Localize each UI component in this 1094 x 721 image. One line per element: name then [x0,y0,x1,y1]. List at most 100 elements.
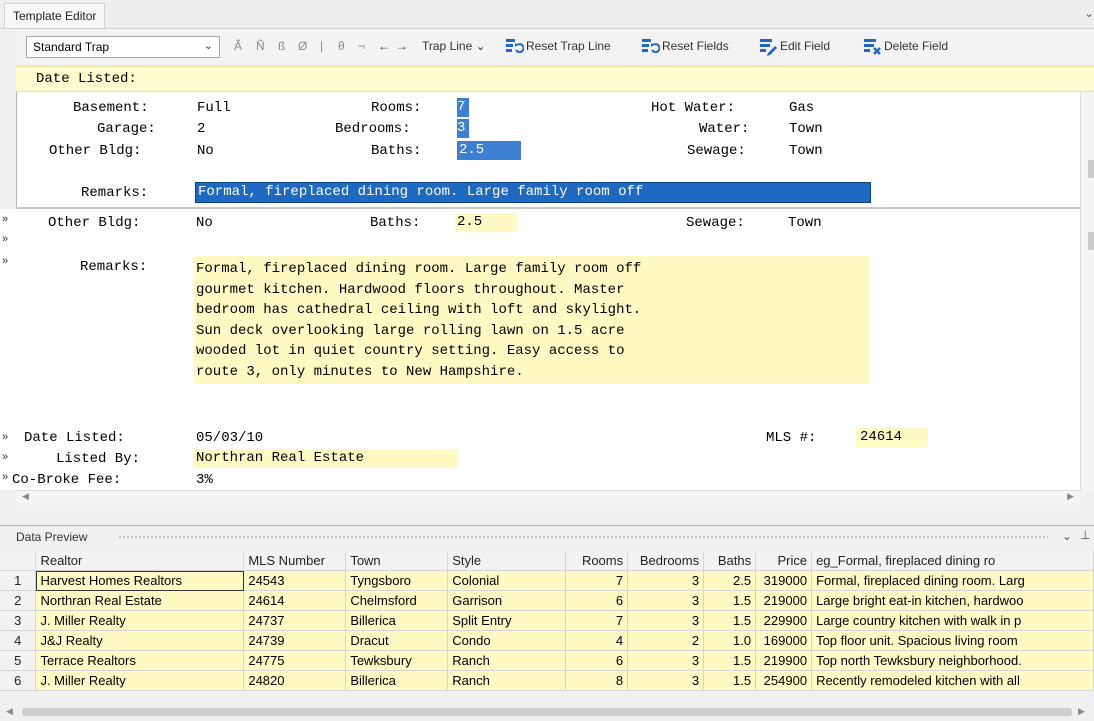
scroll-thumb[interactable] [1088,160,1094,178]
cell-realtor[interactable]: J. Miller Realty [35,670,245,691]
column-header[interactable]: Price [755,551,813,571]
cell-remarks[interactable]: Top floor unit. Spacious living room [811,630,1094,651]
cell-remarks[interactable]: Large country kitchen with walk in p [811,610,1094,631]
glyph-n-tilde-button[interactable]: Ñ [256,39,265,53]
cell-town[interactable]: Billerica [345,610,449,631]
cell-rooms[interactable]: 7 [565,570,629,591]
cell-realtor[interactable]: Harvest Homes Realtors [35,570,245,591]
glyph-not-button[interactable]: ¬ [358,39,365,53]
cell-style[interactable]: Condo [447,630,567,651]
tab-template-editor[interactable]: Template Editor [4,3,106,28]
glyph-theta-button[interactable]: θ [338,39,345,53]
cell-style[interactable]: Colonial [447,570,567,591]
cell-rooms[interactable]: 8 [565,670,629,691]
cell-town[interactable]: Billerica [345,670,449,691]
scroll-right-icon[interactable]: ▶ [1067,491,1074,502]
glyph-a-tilde-button[interactable]: Ã [234,39,242,53]
cell-baths[interactable]: 1.0 [703,630,757,651]
rooms-field[interactable]: 7 [457,98,469,117]
cell-town[interactable]: Tewksbury [345,650,449,671]
column-header[interactable]: MLS Number [243,551,347,571]
cell-bedrooms[interactable]: 3 [627,670,705,691]
column-header[interactable]: Town [345,551,449,571]
cell-rooms[interactable]: 6 [565,650,629,671]
cell-town[interactable]: Tyngsboro [345,570,449,591]
cell-style[interactable]: Garrison [447,590,567,611]
cell-rooms[interactable]: 4 [565,630,629,651]
cell-bedrooms[interactable]: 2 [627,630,705,651]
cell-mls[interactable]: 24614 [243,590,347,611]
tab-menu-chevron-icon[interactable]: ⌄ [1084,6,1094,20]
panel-menu-chevron-icon[interactable]: ⌄ [1062,529,1072,543]
cell-style[interactable]: Split Entry [447,610,567,631]
scroll-left-icon[interactable]: ◀ [6,706,13,717]
cell-rooms[interactable]: 7 [565,610,629,631]
arrow-right-icon[interactable]: → [396,39,408,53]
cell-price[interactable]: 169000 [755,630,813,651]
bedrooms-field[interactable]: 3 [457,119,469,138]
editor-horizontal-scrollbar[interactable]: ◀ ▶ [16,490,1080,505]
reset-fields-button[interactable]: Reset Fields [662,39,729,53]
glyph-o-slash-button[interactable]: Ø [298,39,307,53]
scroll-left-icon[interactable]: ◀ [22,491,29,502]
cell-remarks[interactable]: Formal, fireplaced dining room. Larg [811,570,1094,591]
data-preview-grid[interactable]: Realtor MLS Number Town Style Rooms Bedr… [0,551,1094,691]
cell-price[interactable]: 219000 [755,590,813,611]
edit-field-icon[interactable] [758,36,778,56]
cell-mls[interactable]: 24775 [243,650,347,671]
reset-trap-line-icon[interactable] [504,36,524,56]
cell-price[interactable]: 229900 [755,610,813,631]
cell-style[interactable]: Ranch [447,650,567,671]
trap-line-menu[interactable]: Trap Line ⌄ [422,39,486,53]
arrow-left-icon[interactable]: ← [378,39,390,53]
column-header[interactable]: Bedrooms [627,551,705,571]
remarks-field[interactable]: Formal, fireplaced dining room. Large fa… [194,256,870,384]
delete-field-button[interactable]: Delete Field [884,39,948,53]
cell-remarks[interactable]: Top north Tewksbury neighborhood. [811,650,1094,671]
column-header[interactable]: Style [447,551,567,571]
reset-trap-line-button[interactable]: Reset Trap Line [526,39,611,53]
table-row[interactable]: 6 J. Miller Realty 24820 Billerica Ranch… [0,670,1094,691]
cell-realtor[interactable]: J. Miller Realty [35,610,245,631]
cell-remarks[interactable]: Recently remodeled kitchen with all [811,670,1094,691]
cell-mls[interactable]: 24739 [243,630,347,651]
cell-baths[interactable]: 1.5 [703,610,757,631]
trap-line-bar[interactable]: Date Listed: [16,66,1094,92]
cell-remarks[interactable]: Large bright eat-in kitchen, hardwoo [811,590,1094,611]
editor-bottom-pane[interactable]: » » » » » » Other Bldg: No Baths: 2.5 Se… [0,209,1080,490]
reset-fields-icon[interactable] [640,36,660,56]
cell-baths[interactable]: 1.5 [703,670,757,691]
trap-select[interactable]: Standard Trap ⌄ [26,36,220,58]
column-header[interactable]: Baths [703,551,757,571]
scroll-thumb[interactable] [1088,232,1094,250]
cell-town[interactable]: Dracut [345,630,449,651]
pin-icon[interactable]: ⊥ [1080,528,1090,542]
edit-field-button[interactable]: Edit Field [780,39,830,53]
table-row[interactable]: 1 Harvest Homes Realtors 24543 Tyngsboro… [0,570,1094,591]
table-row[interactable]: 5 Terrace Realtors 24775 Tewksbury Ranch… [0,650,1094,671]
scroll-thumb[interactable] [22,708,1072,716]
cell-baths[interactable]: 2.5 [703,570,757,591]
baths-field[interactable]: 2.5 [457,141,521,160]
table-row[interactable]: 4 J&J Realty 24739 Dracut Condo 4 2 1.0 … [0,630,1094,651]
column-header[interactable]: eg_Formal, fireplaced dining ro [811,551,1094,571]
editor-vertical-scrollbar[interactable] [1080,92,1094,490]
baths-field[interactable]: 2.5 [455,213,517,232]
cell-price[interactable]: 319000 [755,570,813,591]
cell-realtor[interactable]: J&J Realty [35,630,245,651]
cell-bedrooms[interactable]: 3 [627,610,705,631]
cell-price[interactable]: 254900 [755,670,813,691]
panel-grip[interactable] [118,535,1048,539]
table-row[interactable]: 2 Northran Real Estate 24614 Chelmsford … [0,590,1094,611]
cell-rooms[interactable]: 6 [565,590,629,611]
cell-style[interactable]: Ranch [447,670,567,691]
listed-by-field[interactable]: Northran Real Estate [194,449,458,468]
cell-baths[interactable]: 1.5 [703,590,757,611]
cell-mls[interactable]: 24543 [243,570,347,591]
cell-realtor[interactable]: Northran Real Estate [35,590,245,611]
glyph-pipe-button[interactable]: | [320,39,323,53]
mls-field[interactable]: 24614 [856,428,928,447]
cell-mls[interactable]: 24820 [243,670,347,691]
column-header[interactable]: Rooms [565,551,629,571]
cell-mls[interactable]: 24737 [243,610,347,631]
